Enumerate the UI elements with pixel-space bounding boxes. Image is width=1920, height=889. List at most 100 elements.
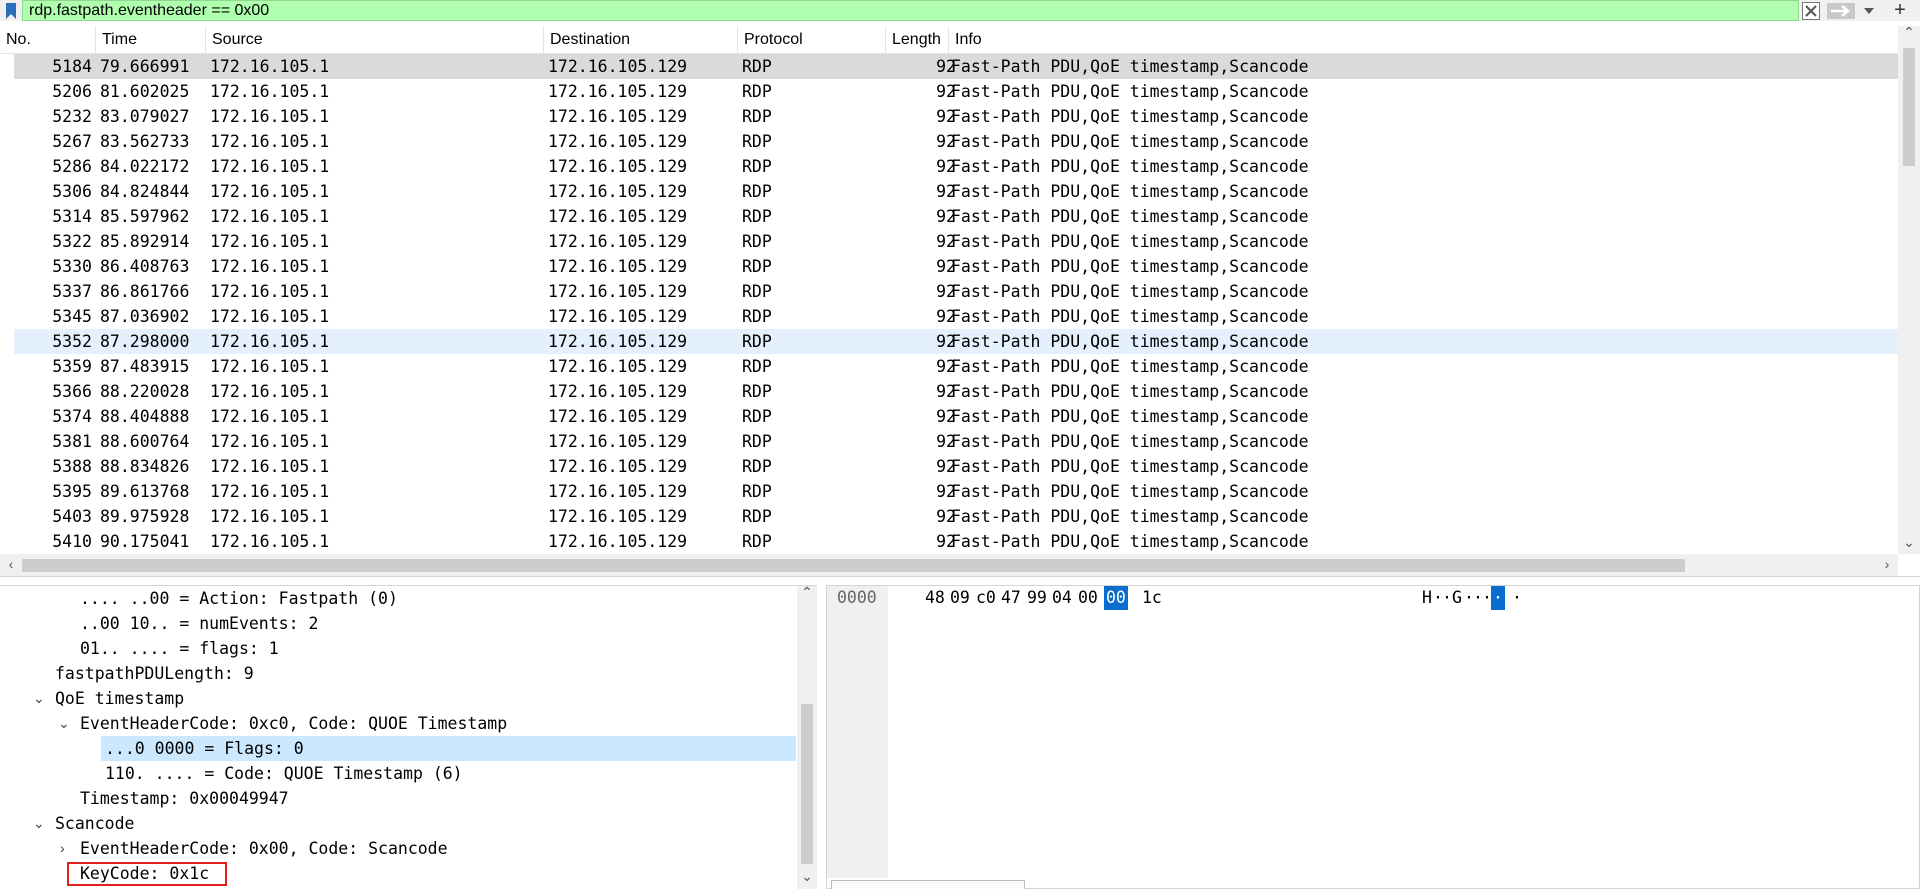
tree-item[interactable]: 01.. .... = flags: 1 [80,636,279,661]
packet-info: Fast-Path PDU,QoE timestamp,Scancode [951,232,1309,251]
display-filter-input[interactable]: rdp.fastpath.eventheader == 0x00 [22,0,1799,21]
scroll-thumb[interactable] [801,704,813,864]
details-vertical-scrollbar[interactable]: ⌃ ⌄ [797,586,817,889]
hex-byte[interactable]: c0 [976,586,996,610]
column-header-info[interactable]: Info [949,26,1898,54]
tree-item[interactable]: 110. .... = Code: QUOE Timestamp (6) [105,761,463,786]
packet-length: 92 [936,407,956,426]
hex-byte[interactable]: 04 [1052,586,1072,610]
hex-byte[interactable]: 1c [1142,586,1162,610]
packet-source: 172.16.105.1 [210,132,330,151]
packet-row[interactable]: 5388 88.834826 172.16.105.1 172.16.105.1… [14,454,1898,479]
tree-item-qoe-timestamp[interactable]: QoE timestamp [55,686,184,711]
chevron-right-icon[interactable]: › [1876,556,1898,572]
chevron-down-icon[interactable]: ⌄ [33,811,47,836]
packet-row[interactable]: 5306 84.824844 172.16.105.1 172.16.105.1… [14,179,1898,204]
chevron-down-icon[interactable] [1858,0,1880,21]
column-header-source[interactable]: Source [206,26,544,54]
scroll-thumb[interactable] [22,559,1685,572]
chevron-down-icon[interactable]: ⌄ [33,686,47,711]
packet-row[interactable]: 5395 89.613768 172.16.105.1 172.16.105.1… [14,479,1898,504]
packet-row[interactable]: 5330 86.408763 172.16.105.1 172.16.105.1… [14,254,1898,279]
tree-item[interactable]: .... ..00 = Action: Fastpath (0) [80,586,398,611]
packet-length: 92 [936,357,956,376]
packet-protocol: RDP [742,382,772,401]
column-header-time[interactable]: Time [96,26,206,54]
chevron-up-icon[interactable]: ⌃ [1898,24,1920,41]
packet-source: 172.16.105.1 [210,107,330,126]
packet-row[interactable]: 5352 87.298000 172.16.105.1 172.16.105.1… [14,329,1898,354]
packet-length: 92 [936,432,956,451]
packet-row[interactable]: 5381 88.600764 172.16.105.1 172.16.105.1… [14,429,1898,454]
ascii-char[interactable]: H [1422,586,1432,610]
chevron-down-icon[interactable]: ⌄ [796,868,817,885]
column-header-no[interactable]: No. [0,26,96,54]
packet-list-horizontal-scrollbar[interactable]: ‹ › [0,554,1898,576]
chevron-up-icon[interactable]: ⌃ [796,586,817,601]
packet-row[interactable]: 5374 88.404888 172.16.105.1 172.16.105.1… [14,404,1898,429]
packet-row[interactable]: 5322 85.892914 172.16.105.1 172.16.105.1… [14,229,1898,254]
chevron-down-icon[interactable]: ⌄ [58,711,72,736]
hex-byte-selected[interactable]: 00 [1104,586,1128,610]
packet-source: 172.16.105.1 [210,57,330,76]
packet-row[interactable]: 5359 87.483915 172.16.105.1 172.16.105.1… [14,354,1898,379]
packet-row[interactable]: 5286 84.022172 172.16.105.1 172.16.105.1… [14,154,1898,179]
packet-no: 5410 [52,532,92,551]
packet-protocol: RDP [742,407,772,426]
packet-protocol: RDP [742,332,772,351]
packet-source: 172.16.105.1 [210,382,330,401]
ascii-char[interactable]: · [1442,586,1452,610]
hex-byte[interactable]: 48 [925,586,945,610]
column-header-length[interactable]: Length [886,26,949,54]
hex-byte[interactable]: 47 [1001,586,1021,610]
packet-time: 88.834826 [100,457,190,476]
hex-byte[interactable]: 00 [1078,586,1098,610]
chevron-right-icon[interactable]: › [60,836,74,861]
tree-item-scancode[interactable]: Scancode [55,811,134,836]
scroll-thumb[interactable] [1903,48,1915,166]
add-filter-button-icon[interactable]: + [1880,0,1920,21]
hex-byte[interactable]: 99 [1027,586,1047,610]
filter-bookmark-icon[interactable] [0,0,22,21]
packet-destination: 172.16.105.129 [548,107,688,126]
tree-item-selected[interactable]: ...0 0000 = Flags: 0 [101,736,796,761]
apply-filter-icon[interactable] [1824,0,1858,21]
ascii-char[interactable]: G [1452,586,1462,610]
tree-item[interactable]: EventHeaderCode: 0xc0, Code: QUOE Timest… [80,711,507,736]
packet-destination: 172.16.105.129 [548,407,688,426]
tree-item[interactable]: ..00 10.. = numEvents: 2 [80,611,318,636]
packet-length: 92 [936,57,956,76]
column-header-protocol[interactable]: Protocol [738,26,886,54]
packet-row[interactable]: 5232 83.079027 172.16.105.1 172.16.105.1… [14,104,1898,129]
tree-item[interactable]: fastpathPDULength: 9 [55,661,254,686]
ascii-char[interactable]: · [1512,586,1522,610]
packet-row[interactable]: 5345 87.036902 172.16.105.1 172.16.105.1… [14,304,1898,329]
chevron-down-icon[interactable]: ⌄ [1898,534,1920,551]
packet-length: 92 [936,382,956,401]
packet-no: 5330 [52,257,92,276]
packet-row[interactable]: 5337 86.861766 172.16.105.1 172.16.105.1… [14,279,1898,304]
packet-row[interactable]: 5366 88.220028 172.16.105.1 172.16.105.1… [14,379,1898,404]
packet-list-vertical-scrollbar[interactable]: ⌃ ⌄ [1898,24,1920,554]
ascii-char-selected[interactable]: · [1491,586,1505,610]
bytes-tab[interactable] [831,880,1025,889]
packet-row[interactable]: 5184 79.666991 172.16.105.1 172.16.105.1… [14,54,1898,79]
column-header-destination[interactable]: Destination [544,26,738,54]
packet-row[interactable]: 5267 83.562733 172.16.105.1 172.16.105.1… [14,129,1898,154]
hex-byte[interactable]: 09 [950,586,970,610]
packet-row[interactable]: 5403 89.975928 172.16.105.1 172.16.105.1… [14,504,1898,529]
packet-info: Fast-Path PDU,QoE timestamp,Scancode [951,57,1309,76]
packet-destination: 172.16.105.129 [548,57,688,76]
packet-no: 5306 [52,182,92,201]
tree-item[interactable]: EventHeaderCode: 0x00, Code: Scancode [80,836,448,861]
tree-item[interactable]: Timestamp: 0x00049947 [80,786,289,811]
packet-row[interactable]: 5314 85.597962 172.16.105.1 172.16.105.1… [14,204,1898,229]
packet-info: Fast-Path PDU,QoE timestamp,Scancode [951,257,1309,276]
chevron-left-icon[interactable]: ‹ [0,556,22,572]
clear-filter-icon[interactable] [1800,0,1822,21]
packet-time: 83.562733 [100,132,190,151]
packet-row[interactable]: 5206 81.602025 172.16.105.1 172.16.105.1… [14,79,1898,104]
display-filter-toolbar: rdp.fastpath.eventheader == 0x00 + [0,0,1920,21]
packet-row[interactable]: 5410 90.175041 172.16.105.1 172.16.105.1… [14,529,1898,554]
packet-info: Fast-Path PDU,QoE timestamp,Scancode [951,82,1309,101]
